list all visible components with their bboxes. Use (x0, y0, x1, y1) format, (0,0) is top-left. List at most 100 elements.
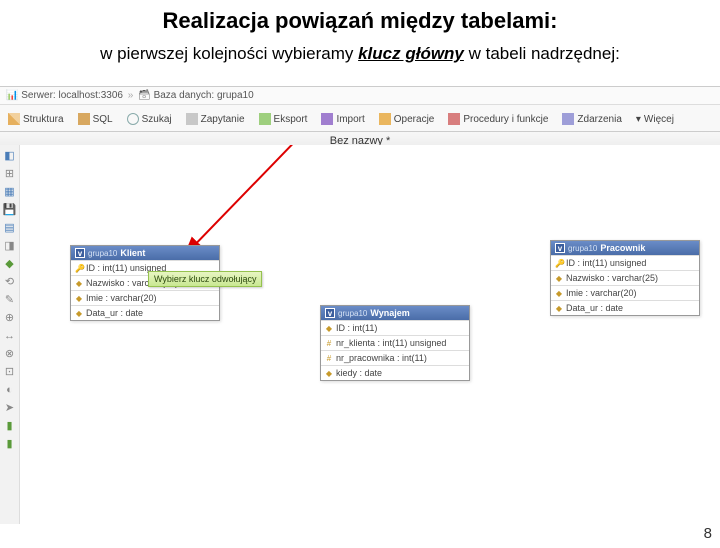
column-nr-pracownika[interactable]: #nr_pracownika : int(11) (321, 350, 469, 365)
column-text: nr_klienta : int(11) unsigned (336, 338, 446, 348)
tab-wiecej[interactable]: ▾Więcej (630, 109, 680, 128)
collapse-icon[interactable]: v (325, 308, 335, 318)
sidebar-tool-icon[interactable]: 💾 (3, 203, 17, 217)
field-icon: ◆ (325, 324, 333, 333)
sidebar-tool-icon[interactable]: ◆ (3, 257, 17, 271)
db-label: Baza danych: (154, 90, 215, 101)
tab-szukaj[interactable]: Szukaj (121, 108, 178, 128)
table-header[interactable]: v grupa10 Klient (71, 246, 219, 260)
export-icon (259, 113, 271, 125)
column-text: ID : int(11) (336, 323, 377, 333)
designer-canvas[interactable]: v grupa10 Klient 🔑ID : int(11) unsigned … (20, 145, 720, 524)
table-header[interactable]: v grupa10 Wynajem (321, 306, 469, 320)
table-pracownik[interactable]: v grupa10 Pracownik 🔑ID : int(11) unsign… (550, 240, 700, 316)
table-db: grupa10 (568, 244, 597, 253)
column-text: Imie : varchar(20) (86, 293, 157, 303)
sidebar-tool-icon[interactable]: ◨ (3, 239, 17, 253)
table-header[interactable]: v grupa10 Pracownik (551, 241, 699, 255)
index-icon: # (325, 354, 333, 363)
tab-import[interactable]: Import (315, 108, 370, 128)
page-title: Realizacja powiązań między tabelami: (0, 8, 720, 34)
tab-label: Szukaj (142, 114, 172, 125)
tab-label: Więcej (644, 114, 674, 125)
query-icon (186, 113, 198, 125)
tab-label: Procedury i funkcje (463, 114, 548, 125)
collapse-icon[interactable]: v (75, 248, 85, 258)
sidebar-tool-icon[interactable]: ▤ (3, 221, 17, 235)
designer-wrap: ◧ ⊞ ▦ 💾 ▤ ◨ ◆ ⟲ ✎ ⊕ ↔ ⊗ ⊡ ◐ ➤ ▮ ▮ (0, 145, 720, 524)
tab-label: Import (336, 114, 364, 125)
key-icon: 🔑 (75, 264, 83, 273)
column-text: Data_ur : date (86, 308, 143, 318)
column-imie[interactable]: ◆Imie : varchar(20) (71, 290, 219, 305)
column-text: Data_ur : date (566, 303, 623, 313)
field-icon: ◆ (75, 294, 83, 303)
breadcrumb-arrow-icon: » (128, 90, 134, 101)
sidebar-tool-icon[interactable]: ▮ (3, 419, 17, 433)
tab-eksport[interactable]: Eksport (253, 108, 314, 128)
sidebar-tool-icon[interactable]: ◧ (3, 149, 17, 163)
field-icon: ◆ (555, 274, 563, 283)
breadcrumb: 📊 Serwer: localhost:3306 » 🗃 Baza danych… (0, 87, 720, 105)
tab-label: Operacje (394, 114, 435, 125)
structure-icon (8, 113, 20, 125)
column-id[interactable]: 🔑ID : int(11) unsigned (551, 255, 699, 270)
column-id[interactable]: ◆ID : int(11) (321, 320, 469, 335)
table-name: Klient (120, 248, 145, 258)
tab-zdarzenia[interactable]: Zdarzenia (556, 108, 627, 128)
tab-label: Struktura (23, 114, 64, 125)
column-text: ID : int(11) unsigned (566, 258, 646, 268)
sidebar-tool-icon[interactable]: ⊞ (3, 167, 17, 181)
db-value[interactable]: grupa10 (217, 90, 254, 101)
sidebar-tool-icon[interactable]: ➤ (3, 401, 17, 415)
sidebar-tool-icon[interactable]: ◐ (3, 383, 17, 397)
column-nr-klienta[interactable]: #nr_klienta : int(11) unsigned (321, 335, 469, 350)
tab-operacje[interactable]: Operacje (373, 108, 441, 128)
tab-procedury[interactable]: Procedury i funkcje (442, 108, 554, 128)
subtitle-post: w tabeli nadrzędnej: (464, 44, 620, 63)
events-icon (562, 113, 574, 125)
routines-icon (448, 113, 460, 125)
column-data-ur[interactable]: ◆Data_ur : date (551, 300, 699, 315)
table-name: Pracownik (600, 243, 645, 253)
field-icon: ◆ (75, 279, 83, 288)
server-value[interactable]: localhost:3306 (58, 90, 123, 101)
server-label: Serwer: (21, 90, 55, 101)
column-nazwisko[interactable]: ◆Nazwisko : varchar(25) (551, 270, 699, 285)
sidebar-tool-icon[interactable]: ✎ (3, 293, 17, 307)
sidebar-tool-icon[interactable]: ⊡ (3, 365, 17, 379)
sidebar-tool-icon[interactable]: ▦ (3, 185, 17, 199)
designer-sidebar: ◧ ⊞ ▦ 💾 ▤ ◨ ◆ ⟲ ✎ ⊕ ↔ ⊗ ⊡ ◐ ➤ ▮ ▮ (0, 145, 20, 524)
column-text: nr_pracownika : int(11) (336, 353, 427, 363)
phpmyadmin-area: 📊 Serwer: localhost:3306 » 🗃 Baza danych… (0, 86, 720, 524)
subtitle-pre: w pierwszej kolejności wybieramy (100, 44, 358, 63)
tab-zapytanie[interactable]: Zapytanie (180, 108, 251, 128)
server-icon: 📊 (6, 90, 18, 101)
sidebar-tool-icon[interactable]: ⊗ (3, 347, 17, 361)
tab-label: SQL (93, 114, 113, 125)
sql-icon (78, 113, 90, 125)
page-number: 8 (704, 525, 712, 542)
column-text: kiedy : date (336, 368, 382, 378)
table-wynajem[interactable]: v grupa10 Wynajem ◆ID : int(11) #nr_klie… (320, 305, 470, 381)
table-name: Wynajem (370, 308, 409, 318)
column-kiedy[interactable]: ◆kiedy : date (321, 365, 469, 380)
tab-struktura[interactable]: Struktura (2, 108, 70, 128)
sidebar-tool-icon[interactable]: ⟲ (3, 275, 17, 289)
collapse-icon[interactable]: v (555, 243, 565, 253)
field-icon: ◆ (555, 304, 563, 313)
column-imie[interactable]: ◆Imie : varchar(20) (551, 285, 699, 300)
table-db: grupa10 (338, 309, 367, 318)
sidebar-tool-icon[interactable]: ↔ (3, 329, 17, 343)
sidebar-tool-icon[interactable]: ⊕ (3, 311, 17, 325)
tab-sql[interactable]: SQL (72, 108, 119, 128)
search-icon (127, 113, 139, 125)
more-icon: ▾ (636, 114, 641, 125)
table-db: grupa10 (88, 249, 117, 258)
operations-icon (379, 113, 391, 125)
column-data-ur[interactable]: ◆Data_ur : date (71, 305, 219, 320)
tab-label: Eksport (274, 114, 308, 125)
sidebar-tool-icon[interactable]: ▮ (3, 437, 17, 451)
index-icon: # (325, 339, 333, 348)
top-nav: Struktura SQL Szukaj Zapytanie Eksport I… (0, 105, 720, 132)
